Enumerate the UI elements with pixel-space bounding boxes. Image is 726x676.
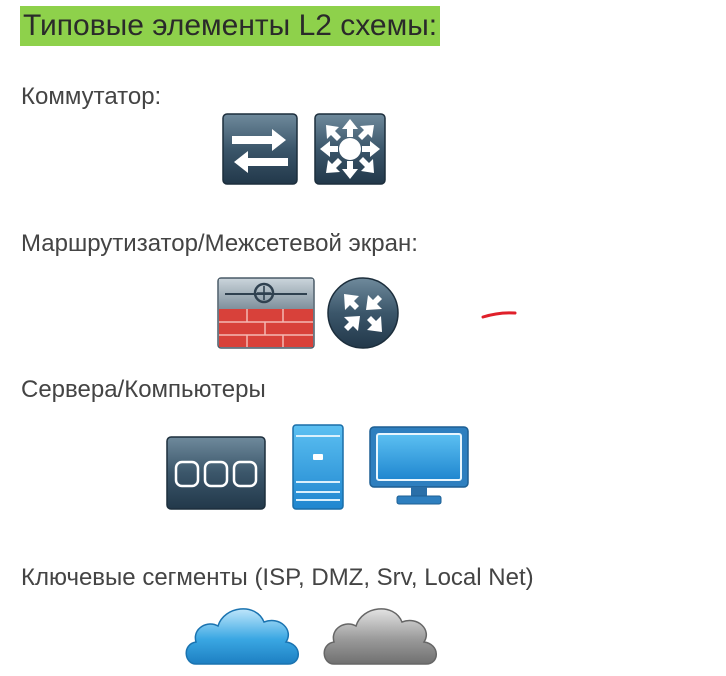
storage-server-icon [166,436,266,510]
tower-server-icon [292,424,344,510]
section-label-servers: Сервера/Компьютеры [21,376,266,403]
router-icon [326,276,400,350]
gray-cloud-icon [320,598,442,670]
monitor-icon [369,426,469,508]
section-label-switch: Коммутатор: [21,83,162,110]
page-title: Типовые элементы L2 схемы: [20,6,441,46]
blue-cloud-icon [182,598,304,670]
switch-icon [222,113,298,185]
section-label-segments: Ключевые сегменты (ISP, DMZ, Srv, Local … [21,564,534,591]
section-label-router-firewall: Маршрутизатор/Межсетевой экран: [21,230,418,257]
firewall-icon [217,277,315,349]
multilayer-switch-icon [314,113,386,185]
red-pen-mark [481,309,517,321]
